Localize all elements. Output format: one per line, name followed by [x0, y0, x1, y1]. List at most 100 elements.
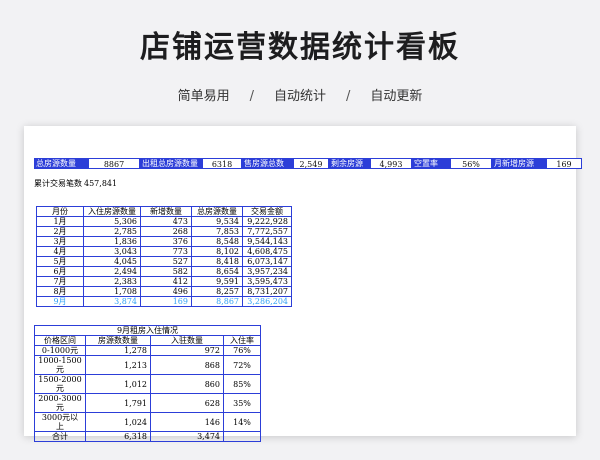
table-cell[interactable]: 628 [150, 393, 224, 413]
table-cell[interactable]: 527 [140, 256, 192, 267]
table-cell[interactable]: 169 [140, 296, 192, 307]
kpi-label-sold[interactable]: 售房源总数 [242, 158, 293, 169]
table-cell[interactable]: 2月 [36, 226, 84, 237]
table-cell[interactable]: 1,213 [85, 355, 151, 375]
table-cell[interactable]: 860 [150, 374, 224, 394]
table-cell[interactable]: 1000-1500元 [34, 355, 86, 375]
monthly-table: 月份 入住房源数量 新增数量 总房源数量 交易金额 1月 5,306 473 9,53… [36, 206, 292, 307]
table-cell[interactable]: 5,306 [83, 216, 141, 227]
kpi-value-sold[interactable]: 2,549 [293, 158, 329, 169]
kpi-label-total[interactable]: 总房源数量 [34, 158, 88, 169]
table-cell[interactable]: 1,024 [85, 412, 151, 432]
table-cell[interactable]: 1,791 [85, 393, 151, 413]
table-cell[interactable]: 8,867 [191, 296, 243, 307]
table-cell[interactable]: 376 [140, 236, 192, 247]
tag-easy: 简单易用 [177, 89, 230, 104]
kpi-label-new[interactable]: 月新增房源 [492, 158, 546, 169]
table-cell[interactable]: 7月 [36, 276, 84, 287]
kpi-value-vacancy[interactable]: 56% [450, 158, 492, 169]
table-cell[interactable]: 9,222,928 [242, 216, 292, 227]
table-cell[interactable]: 3,957,234 [242, 266, 292, 277]
table-cell[interactable]: 14% [223, 412, 261, 432]
kpi-value-total[interactable]: 8867 [88, 158, 140, 169]
table-cell[interactable]: 5月 [36, 256, 84, 267]
table-cell[interactable]: 9,591 [191, 276, 243, 287]
table-cell[interactable]: 9,534 [191, 216, 243, 227]
table-cell[interactable]: 8,548 [191, 236, 243, 247]
kpi-label-vacancy[interactable]: 空置率 [412, 158, 450, 169]
col-header[interactable]: 入住房源数量 [83, 206, 141, 217]
cumulative-label[interactable]: 累计交易笔数 [34, 178, 84, 189]
table-cell[interactable]: 2,785 [83, 226, 141, 237]
kpi-label-remaining[interactable]: 剩余房源 [329, 158, 370, 169]
table-cell[interactable]: 8月 [36, 286, 84, 297]
table-cell[interactable]: 4,045 [83, 256, 141, 267]
col-header[interactable]: 月份 [36, 206, 84, 217]
table-cell[interactable]: 4,608,475 [242, 246, 292, 257]
table-cell[interactable]: 35% [223, 393, 261, 413]
table-cell[interactable]: 268 [140, 226, 192, 237]
table-cell[interactable]: 6,073,147 [242, 256, 292, 267]
table-cell[interactable]: 146 [150, 412, 224, 432]
table-cell[interactable]: 1月 [36, 216, 84, 227]
table-cell[interactable]: 1,278 [85, 345, 151, 356]
table-cell[interactable]: 8,257 [191, 286, 243, 297]
sept-table-title[interactable]: 9月租房入住情况 [34, 325, 261, 336]
table-cell[interactable]: 9,544,143 [242, 236, 292, 247]
table-cell[interactable]: 868 [150, 355, 224, 375]
table-cell[interactable]: 72% [223, 355, 261, 375]
table-cell[interactable]: 2,383 [83, 276, 141, 287]
table-cell[interactable]: 1,708 [83, 286, 141, 297]
col-header[interactable]: 入住率 [223, 335, 261, 346]
table-cell[interactable]: 9月 [36, 296, 84, 307]
table-cell[interactable]: 85% [223, 374, 261, 394]
kpi-value-rented[interactable]: 6318 [202, 158, 242, 169]
table-cell[interactable]: 6,318 [85, 431, 151, 442]
table-cell[interactable]: 3,874 [83, 296, 141, 307]
table-cell[interactable]: 4月 [36, 246, 84, 257]
table-cell[interactable]: 3,595,473 [242, 276, 292, 287]
table-cell[interactable]: 合计 [34, 431, 86, 442]
col-header[interactable]: 交易金额 [242, 206, 292, 217]
col-header[interactable]: 总房源数量 [191, 206, 243, 217]
table-cell[interactable]: 3,474 [150, 431, 224, 442]
kpi-value-remaining[interactable]: 4,993 [370, 158, 412, 169]
table-cell[interactable]: 412 [140, 276, 192, 287]
table-cell[interactable]: 473 [140, 216, 192, 227]
col-header[interactable]: 房源数数量 [85, 335, 151, 346]
table-cell[interactable]: 7,772,557 [242, 226, 292, 237]
table-cell[interactable] [223, 431, 261, 442]
table-cell[interactable]: 3月 [36, 236, 84, 247]
kpi-label-rented[interactable]: 出租总房源数量 [140, 158, 202, 169]
col-header[interactable]: 价格区间 [34, 335, 86, 346]
table-cell[interactable]: 773 [140, 246, 192, 257]
table-cell[interactable]: 1500-2000元 [34, 374, 86, 394]
table-cell[interactable]: 972 [150, 345, 224, 356]
table-cell[interactable]: 8,418 [191, 256, 243, 267]
table-cell[interactable]: 3,043 [83, 246, 141, 257]
table-cell[interactable]: 6月 [36, 266, 84, 277]
table-cell[interactable]: 8,731,207 [242, 286, 292, 297]
table-cell[interactable]: 1,012 [85, 374, 151, 394]
table-row: 2000-3000元 1,791 628 35% [34, 393, 261, 413]
col-header[interactable]: 新增数量 [140, 206, 192, 217]
page-title: 店铺运营数据统计看板 [140, 30, 460, 65]
cumulative-value[interactable]: 457,841 [84, 178, 136, 189]
table-cell[interactable]: 0-1000元 [34, 345, 86, 356]
table-cell[interactable]: 2,494 [83, 266, 141, 277]
table-row: 3月 1,836 376 8,548 9,544,143 [36, 236, 292, 247]
table-cell[interactable]: 582 [140, 266, 192, 277]
table-cell[interactable]: 1,836 [83, 236, 141, 247]
table-cell[interactable]: 8,654 [191, 266, 243, 277]
table-cell[interactable]: 496 [140, 286, 192, 297]
kpi-value-new[interactable]: 169 [546, 158, 582, 169]
table-cell[interactable]: 7,853 [191, 226, 243, 237]
col-header[interactable]: 入驻数量 [150, 335, 224, 346]
table-cell[interactable]: 2000-3000元 [34, 393, 86, 413]
table-cell[interactable]: 8,102 [191, 246, 243, 257]
table-cell[interactable]: 76% [223, 345, 261, 356]
table-row: 1500-2000元 1,012 860 85% [34, 374, 261, 394]
table-cell[interactable]: 3000元以上 [34, 412, 86, 432]
table-cell[interactable]: 3,286,204 [242, 296, 292, 307]
table-row: 6月 2,494 582 8,654 3,957,234 [36, 266, 292, 277]
